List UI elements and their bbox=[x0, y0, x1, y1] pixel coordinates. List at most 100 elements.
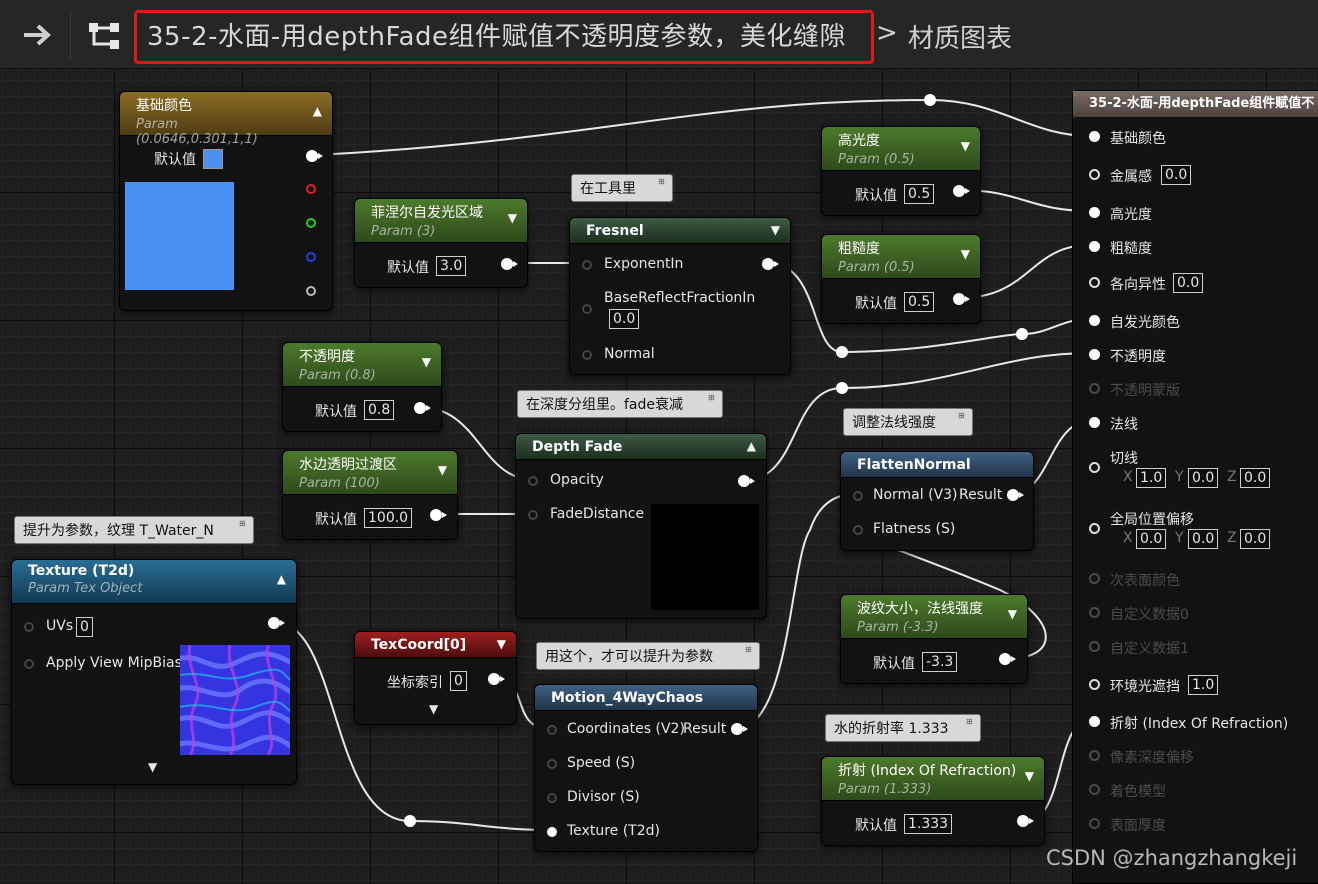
offset-x-field[interactable]: 0.0 bbox=[1136, 529, 1167, 549]
node-header[interactable]: 不透明度 Param (0.8) ▼ bbox=[283, 343, 441, 387]
value-field[interactable]: 0.5 bbox=[904, 292, 935, 312]
node-header[interactable]: Depth Fade ▲ bbox=[516, 434, 766, 460]
node-header[interactable]: Texture (T2d) Param Tex Object ▲ bbox=[12, 560, 296, 604]
chevron-down-icon[interactable]: ▼ bbox=[497, 637, 506, 651]
node-header[interactable]: Fresnel ▼ bbox=[570, 218, 790, 244]
node-header[interactable]: 菲涅尔自发光区域 Param (3) ▼ bbox=[355, 199, 527, 243]
output-pin[interactable] bbox=[762, 258, 779, 270]
offset-y-field[interactable]: 0.0 bbox=[1188, 529, 1219, 549]
node-header[interactable]: 水边透明过渡区 Param (100) ▼ bbox=[283, 451, 457, 495]
output-pin[interactable] bbox=[731, 723, 748, 735]
node-header[interactable]: 折射 (Index Of Refraction) Param (1.333) ▼ bbox=[822, 757, 1044, 801]
output-pin[interactable] bbox=[738, 475, 755, 487]
input-pin[interactable] bbox=[1089, 417, 1100, 428]
base-reflect-input-pin[interactable] bbox=[582, 304, 592, 314]
value-field[interactable]: 1.333 bbox=[904, 814, 953, 834]
divisor-input-pin[interactable] bbox=[547, 793, 557, 803]
node-header[interactable]: Motion_4WayChaos bbox=[535, 685, 757, 711]
output-pin[interactable] bbox=[1017, 815, 1034, 827]
wave-size-param-node[interactable]: 波纹大小，法线强度 Param (-3.3) ▼ 默认值 -3.3 bbox=[840, 594, 1028, 684]
tangent-x-field[interactable]: 1.0 bbox=[1136, 468, 1167, 488]
chevron-down-icon[interactable]: ▼ bbox=[961, 247, 970, 261]
roughness-param-node[interactable]: 粗糙度 Param (0.5) ▼ 默认值 0.5 bbox=[821, 234, 981, 324]
output-pin[interactable] bbox=[999, 653, 1016, 665]
base-color-node[interactable]: 基础颜色 Param (0.0646,0.301,1,1) ▲ 默认值 bbox=[119, 91, 333, 311]
input-pin[interactable] bbox=[1089, 207, 1100, 218]
value-field[interactable]: 1.0 bbox=[1188, 675, 1219, 695]
comment-bubble-refraction[interactable]: 水的折射率 1.333 ⊞ bbox=[825, 714, 981, 742]
tangent-y-field[interactable]: 0.0 bbox=[1188, 468, 1219, 488]
specular-param-node[interactable]: 高光度 Param (0.5) ▼ 默认值 0.5 bbox=[821, 126, 981, 216]
value-field[interactable]: 0 bbox=[76, 617, 93, 637]
depth-fade-node[interactable]: Depth Fade ▲ Opacity FadeDistance bbox=[515, 433, 767, 619]
comment-bubble-fresnel[interactable]: 在工具里 ⊞ bbox=[571, 174, 673, 202]
pin-comment-icon[interactable]: ⊞ bbox=[745, 645, 755, 657]
comment-bubble-texture[interactable]: 提升为参数，纹理 T_Water_N ⊞ bbox=[14, 516, 254, 544]
mip-bias-input-pin[interactable] bbox=[24, 659, 34, 669]
pin-comment-icon[interactable]: ⊞ bbox=[658, 177, 668, 189]
input-pin[interactable] bbox=[1089, 679, 1100, 690]
comment-bubble-depth[interactable]: 在深度分组里。fade衰减 ⊞ bbox=[517, 390, 723, 418]
expand-chevron-icon[interactable]: ▼ bbox=[429, 702, 438, 716]
texture-input-pin[interactable] bbox=[547, 827, 557, 837]
normal-input-pin[interactable] bbox=[853, 491, 863, 501]
input-pin[interactable] bbox=[1089, 277, 1100, 288]
value-field[interactable]: -3.3 bbox=[922, 652, 958, 672]
pin-comment-icon[interactable]: ⊞ bbox=[708, 393, 718, 405]
g-output-pin[interactable] bbox=[306, 218, 316, 228]
comment-bubble-flatten[interactable]: 调整法线强度 ⊞ bbox=[843, 408, 973, 436]
chevron-down-icon[interactable]: ▼ bbox=[961, 139, 970, 153]
material-result-node[interactable]: 35-2-水面-用depthFade组件赋值不 基础颜色 金属感 0.0 高光度… bbox=[1072, 90, 1318, 884]
breadcrumb[interactable]: 材质图表 bbox=[908, 18, 1012, 55]
exponent-input-pin[interactable] bbox=[582, 260, 592, 270]
fade-distance-input-pin[interactable] bbox=[528, 510, 538, 520]
pin-comment-icon[interactable]: ⊞ bbox=[239, 519, 249, 531]
node-header[interactable]: 高光度 Param (0.5) ▼ bbox=[822, 127, 980, 171]
value-field[interactable]: 0.0 bbox=[609, 309, 640, 329]
value-field[interactable]: 0.5 bbox=[904, 184, 935, 204]
value-field[interactable]: 0.8 bbox=[364, 400, 395, 420]
pin-comment-icon[interactable]: ⊞ bbox=[966, 717, 976, 729]
output-pin[interactable] bbox=[953, 293, 970, 305]
chevron-down-icon[interactable]: ▼ bbox=[1025, 769, 1034, 783]
fresnel-region-param-node[interactable]: 菲涅尔自发光区域 Param (3) ▼ 默认值 3.0 bbox=[354, 198, 528, 288]
node-header[interactable]: 粗糙度 Param (0.5) ▼ bbox=[822, 235, 980, 279]
input-pin[interactable] bbox=[1089, 131, 1100, 142]
rgba-output-pin[interactable] bbox=[306, 150, 323, 162]
color-swatch[interactable] bbox=[203, 149, 223, 169]
value-field[interactable]: 0.0 bbox=[1161, 165, 1192, 185]
input-pin[interactable] bbox=[1089, 349, 1100, 360]
input-pin[interactable] bbox=[1089, 315, 1100, 326]
node-header[interactable]: TexCoord[0] ▼ bbox=[355, 632, 516, 658]
input-pin[interactable] bbox=[1089, 523, 1100, 534]
comment-bubble-motion[interactable]: 用这个，才可以提升为参数 ⊞ bbox=[536, 642, 760, 670]
flatten-normal-node[interactable]: FlattenNormal Normal (V3) Result Flatnes… bbox=[840, 451, 1034, 551]
opacity-param-node[interactable]: 不透明度 Param (0.8) ▼ 默认值 0.8 bbox=[282, 342, 442, 432]
output-pin[interactable] bbox=[953, 185, 970, 197]
input-pin[interactable] bbox=[1089, 716, 1100, 727]
texture-object-node[interactable]: Texture (T2d) Param Tex Object ▲ UVs 0 A… bbox=[11, 559, 297, 785]
output-pin[interactable] bbox=[488, 673, 505, 685]
offset-z-field[interactable]: 0.0 bbox=[1240, 529, 1271, 549]
a-output-pin[interactable] bbox=[306, 286, 316, 296]
shore-transition-param-node[interactable]: 水边透明过渡区 Param (100) ▼ 默认值 100.0 bbox=[282, 450, 458, 540]
flatness-input-pin[interactable] bbox=[853, 525, 863, 535]
collapse-chevron-icon[interactable]: ▲ bbox=[747, 439, 756, 453]
opacity-input-pin[interactable] bbox=[528, 476, 538, 486]
output-pin[interactable] bbox=[501, 258, 518, 270]
b-output-pin[interactable] bbox=[306, 252, 316, 262]
fresnel-node[interactable]: Fresnel ▼ ExponentIn BaseReflectFraction… bbox=[569, 217, 791, 375]
forward-arrow-icon[interactable] bbox=[18, 20, 58, 50]
r-output-pin[interactable] bbox=[306, 184, 316, 194]
input-pin[interactable] bbox=[1089, 241, 1100, 252]
collapse-chevron-icon[interactable]: ▲ bbox=[277, 572, 286, 586]
input-pin[interactable] bbox=[1089, 169, 1100, 180]
value-field[interactable]: 100.0 bbox=[364, 508, 413, 528]
collapse-chevron-icon[interactable]: ▲ bbox=[313, 104, 322, 118]
chevron-down-icon[interactable]: ▼ bbox=[771, 223, 780, 237]
value-field[interactable]: 3.0 bbox=[436, 256, 467, 276]
node-header[interactable]: FlattenNormal bbox=[841, 452, 1033, 478]
tangent-z-field[interactable]: 0.0 bbox=[1240, 468, 1271, 488]
node-header[interactable]: 波纹大小，法线强度 Param (-3.3) ▼ bbox=[841, 595, 1027, 639]
chevron-down-icon[interactable]: ▼ bbox=[1008, 607, 1017, 621]
